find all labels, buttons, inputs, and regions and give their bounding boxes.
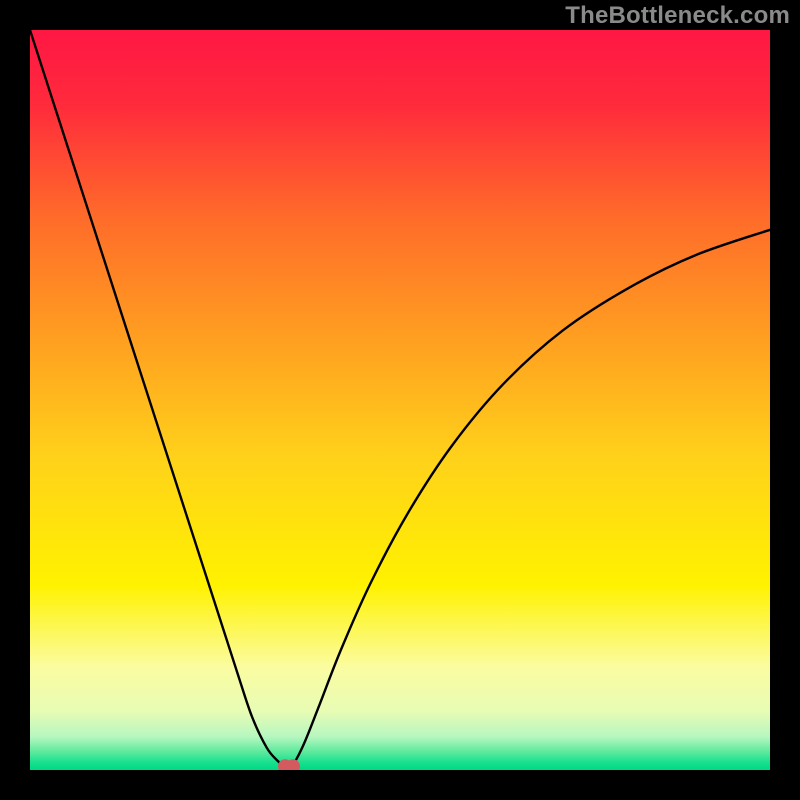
chart-svg [30,30,770,770]
plot-area [30,30,770,770]
gradient-background [30,30,770,770]
chart-frame: TheBottleneck.com [0,0,800,800]
watermark-text: TheBottleneck.com [565,2,790,30]
